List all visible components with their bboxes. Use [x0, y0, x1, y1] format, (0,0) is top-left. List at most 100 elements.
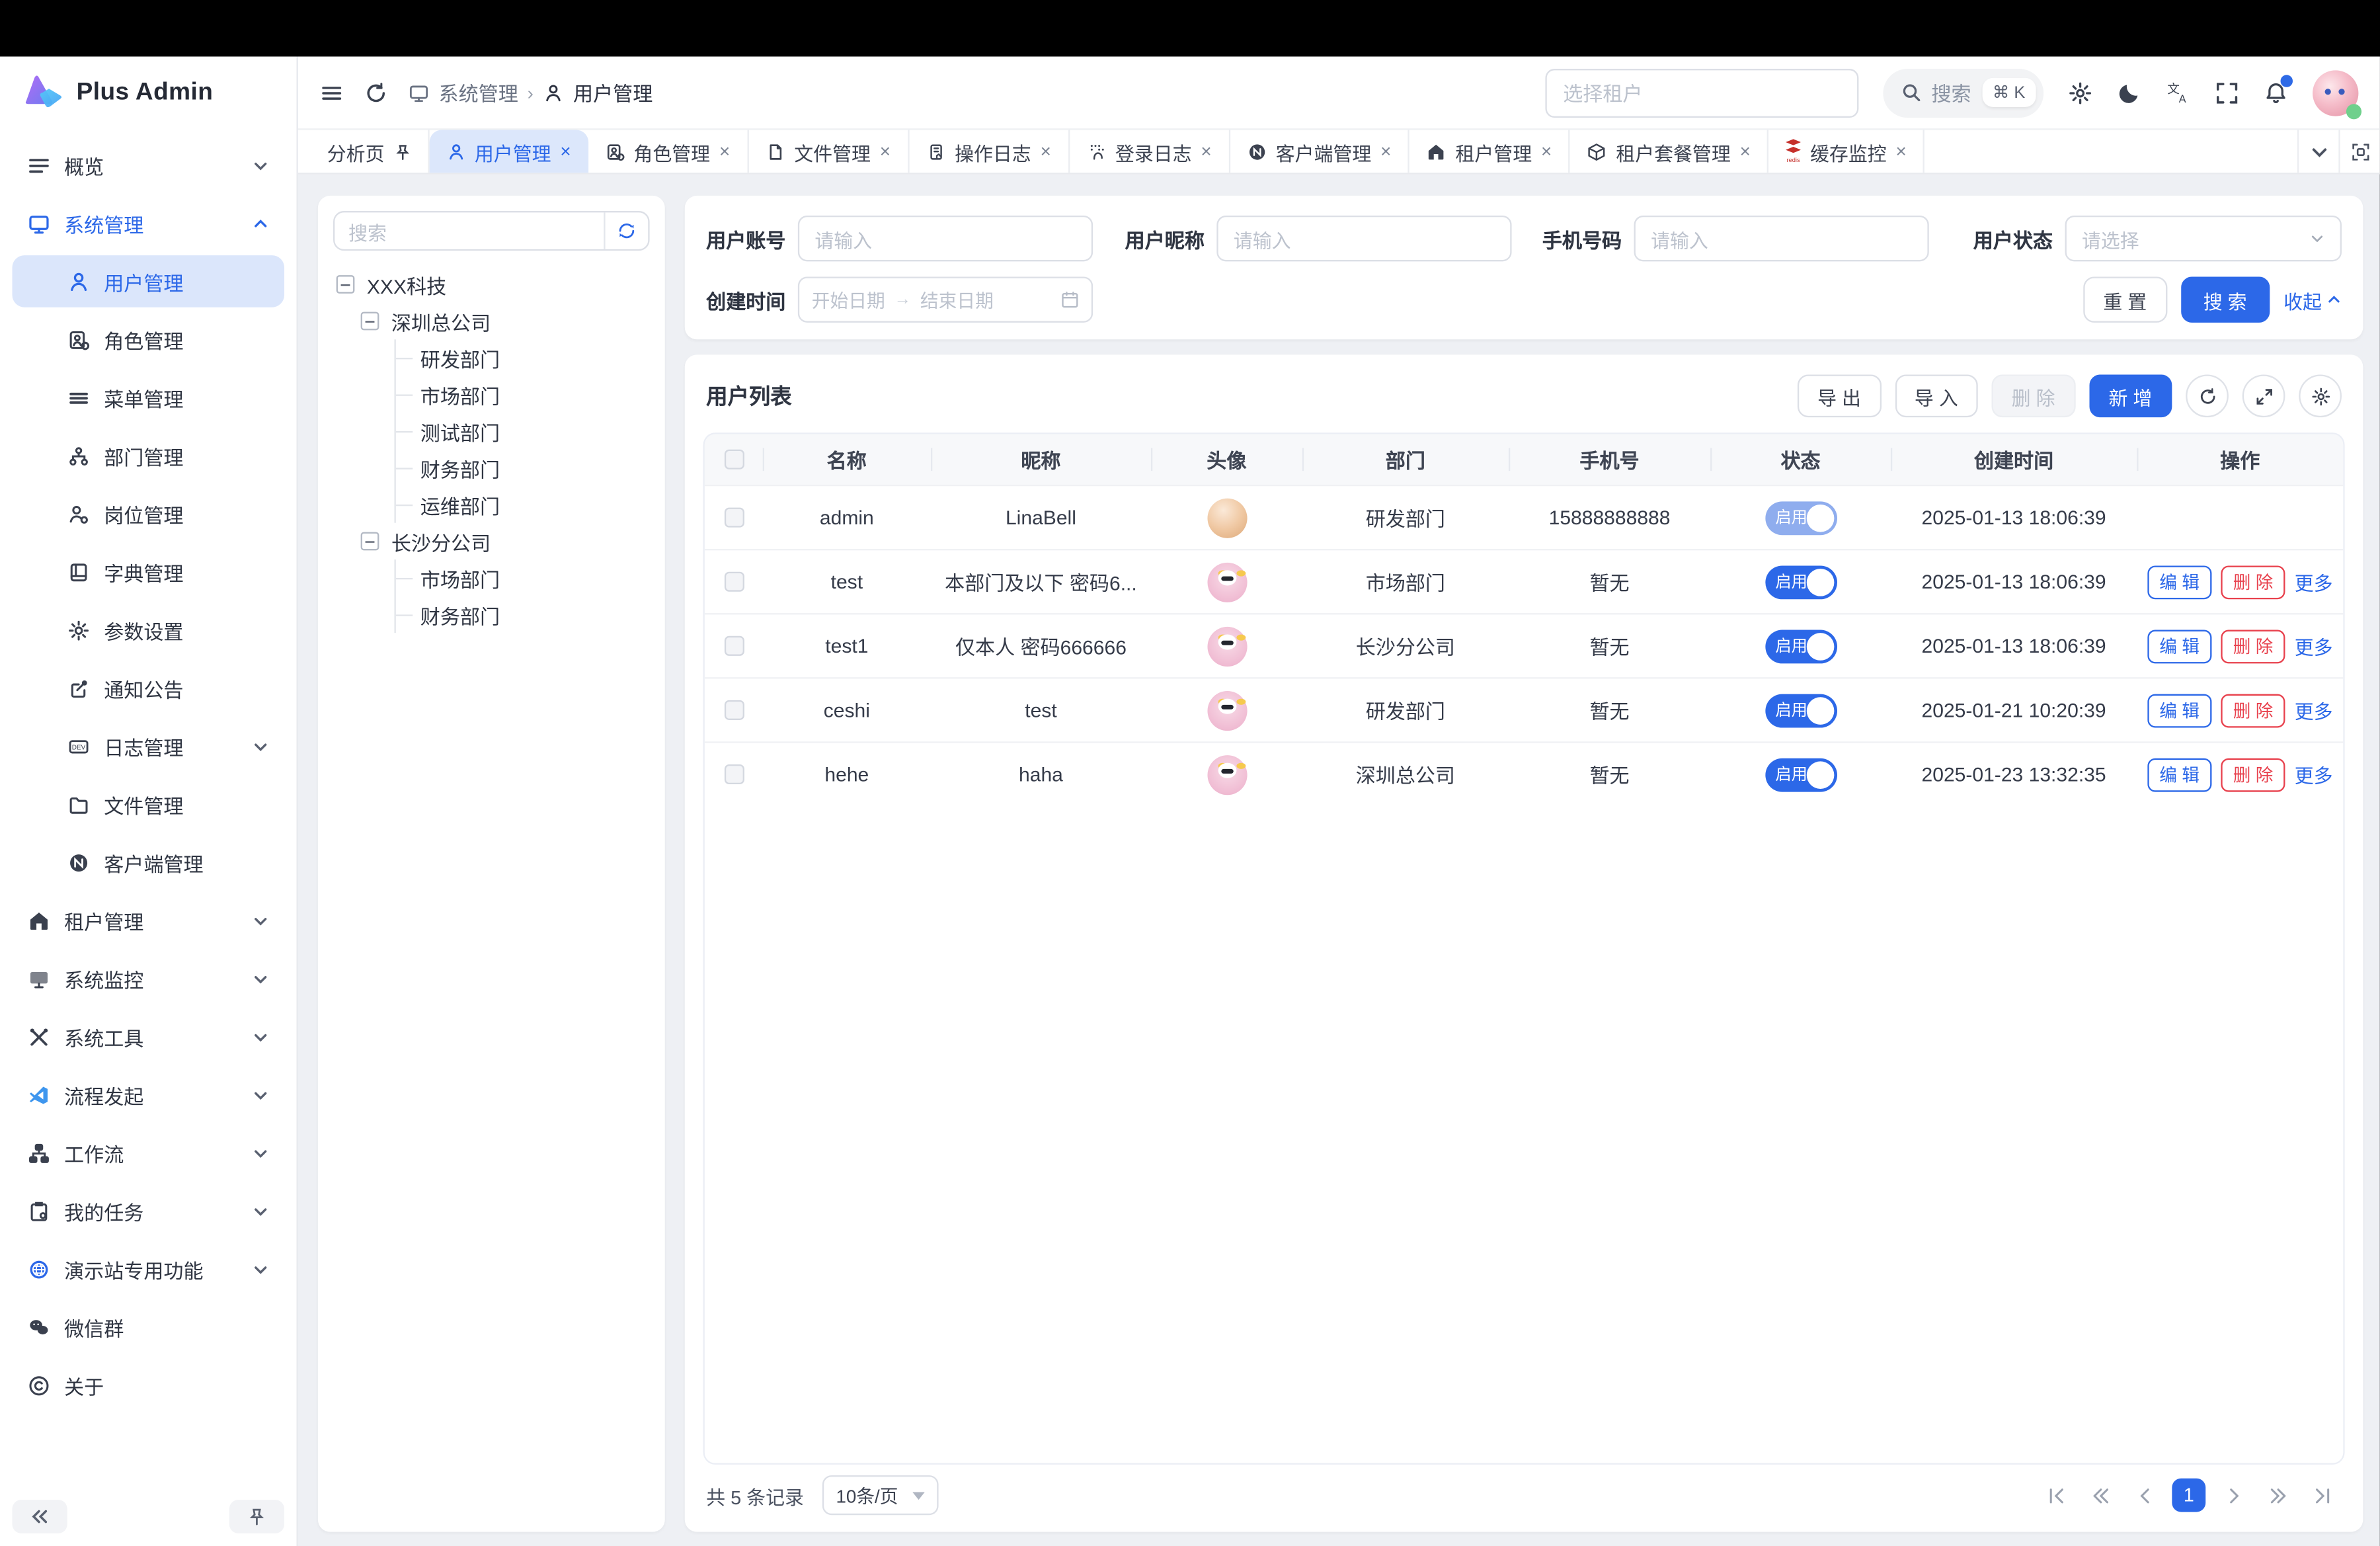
- breadcrumb-section[interactable]: 系统管理: [439, 78, 518, 107]
- sidebar-item-my-tasks[interactable]: 我的任务: [12, 1185, 284, 1237]
- close-tab-icon[interactable]: ×: [1896, 142, 1907, 161]
- sidebar-item-notice[interactable]: 通知公告: [12, 662, 284, 714]
- search-button[interactable]: 搜 索: [2180, 276, 2270, 322]
- sidebar-item-post-mgmt[interactable]: 岗位管理: [12, 488, 284, 540]
- status-select[interactable]: 请选择: [2065, 216, 2342, 261]
- sidebar-item-client-mgmt[interactable]: 客户端管理: [12, 836, 284, 889]
- close-tab-icon[interactable]: ×: [1740, 142, 1751, 161]
- tabs-dropdown-button[interactable]: [2297, 130, 2338, 173]
- status-toggle[interactable]: 启用: [1765, 758, 1837, 792]
- prev-page-button[interactable]: [2127, 1479, 2161, 1512]
- notifications-bell-icon[interactable]: [2264, 80, 2288, 104]
- tree-search-input[interactable]: 搜索: [335, 216, 604, 245]
- sidebar-item-menu-mgmt[interactable]: 菜单管理: [12, 372, 284, 424]
- status-toggle[interactable]: 启用: [1765, 629, 1837, 663]
- tab-operation-log[interactable]: 操作日志 ×: [909, 130, 1070, 173]
- nickname-input[interactable]: 请输入: [1216, 216, 1511, 261]
- refresh-table-button[interactable]: [2186, 374, 2229, 417]
- dark-mode-moon-icon[interactable]: [2117, 80, 2141, 104]
- sidebar-item-wechat-group[interactable]: 微信群: [12, 1301, 284, 1354]
- global-search-button[interactable]: 搜索 ⌘ K: [1882, 68, 2043, 117]
- import-button[interactable]: 导 入: [1895, 374, 1978, 417]
- status-toggle[interactable]: 启用: [1765, 501, 1837, 534]
- current-page[interactable]: 1: [2172, 1479, 2205, 1512]
- collapse-sidebar-button[interactable]: [12, 1500, 67, 1533]
- pin-sidebar-button[interactable]: [229, 1500, 284, 1533]
- close-tab-icon[interactable]: ×: [1041, 142, 1051, 161]
- tab-login-log[interactable]: 登录日志 ×: [1070, 130, 1230, 173]
- more-link[interactable]: 更多: [2295, 760, 2333, 789]
- collapse-node-icon[interactable]: [361, 312, 379, 331]
- sidebar-item-param-settings[interactable]: 参数设置: [12, 604, 284, 656]
- table-settings-button[interactable]: [2299, 374, 2342, 417]
- tree-refresh-icon[interactable]: [606, 222, 649, 240]
- settings-gear-icon[interactable]: [2068, 80, 2092, 104]
- tab-cache-monitor[interactable]: redis 缓存监控 ×: [1769, 130, 1925, 173]
- translate-icon[interactable]: 文A: [2166, 80, 2190, 104]
- sidebar-item-demo-features[interactable]: 演示站专用功能: [12, 1243, 284, 1295]
- next-group-button[interactable]: [2260, 1479, 2294, 1512]
- edit-button[interactable]: 编 辑: [2147, 565, 2212, 598]
- tab-analytics[interactable]: 分析页: [310, 130, 428, 173]
- page-size-select[interactable]: 10条/页: [822, 1475, 939, 1515]
- status-toggle[interactable]: 启用: [1765, 693, 1837, 727]
- sidebar-item-tenant-mgmt[interactable]: 租户管理: [12, 895, 284, 947]
- edit-button[interactable]: 编 辑: [2147, 629, 2212, 663]
- status-toggle[interactable]: 启用: [1765, 565, 1837, 598]
- tree-node-branch[interactable]: 长沙分公司: [361, 523, 647, 559]
- select-all-checkbox[interactable]: [724, 450, 744, 469]
- tree-node-leaf[interactable]: 财务部门: [396, 450, 647, 486]
- tab-file-mgmt[interactable]: 文件管理 ×: [748, 130, 909, 173]
- sidebar-item-system-monitor[interactable]: 系统监控: [12, 952, 284, 1004]
- close-tab-icon[interactable]: ×: [880, 142, 891, 161]
- pin-icon[interactable]: [393, 143, 410, 159]
- tree-node-branch[interactable]: 深圳总公司: [361, 303, 647, 339]
- last-page-button[interactable]: [2305, 1479, 2338, 1512]
- content-fullscreen-button[interactable]: [2338, 130, 2379, 173]
- phone-input[interactable]: 请输入: [1634, 216, 1929, 261]
- delete-row-button[interactable]: 删 除: [2221, 758, 2285, 792]
- sidebar-item-log-mgmt[interactable]: DEV 日志管理: [12, 720, 284, 772]
- tree-node-leaf[interactable]: 研发部门: [396, 339, 647, 376]
- collapse-node-icon[interactable]: [361, 532, 379, 551]
- row-checkbox[interactable]: [724, 764, 744, 784]
- sidebar-item-file-mgmt[interactable]: 文件管理: [12, 778, 284, 831]
- delete-row-button[interactable]: 删 除: [2221, 629, 2285, 663]
- row-checkbox[interactable]: [724, 700, 744, 720]
- first-page-button[interactable]: [2039, 1479, 2073, 1512]
- collapse-node-icon[interactable]: [337, 275, 355, 294]
- row-checkbox[interactable]: [724, 508, 744, 528]
- sidebar-item-about[interactable]: 关于: [12, 1359, 284, 1411]
- tree-node-leaf[interactable]: 测试部门: [396, 413, 647, 449]
- tenant-select-input[interactable]: 选择租户: [1544, 68, 1858, 117]
- sidebar-item-dict-mgmt[interactable]: 字典管理: [12, 546, 284, 598]
- reset-button[interactable]: 重 置: [2083, 276, 2166, 322]
- close-tab-icon[interactable]: ×: [1541, 142, 1552, 161]
- tree-node-root[interactable]: XXX科技: [337, 266, 647, 302]
- close-tab-icon[interactable]: ×: [1201, 142, 1211, 161]
- tree-node-leaf[interactable]: 市场部门: [396, 559, 647, 596]
- prev-group-button[interactable]: [2083, 1479, 2117, 1512]
- expand-table-button[interactable]: [2242, 374, 2285, 417]
- row-checkbox[interactable]: [724, 636, 744, 656]
- more-link[interactable]: 更多: [2295, 696, 2333, 725]
- close-tab-icon[interactable]: ×: [719, 142, 730, 161]
- tab-client-mgmt[interactable]: 客户端管理 ×: [1230, 130, 1409, 173]
- more-link[interactable]: 更多: [2295, 567, 2333, 596]
- tree-node-leaf[interactable]: 市场部门: [396, 376, 647, 413]
- tab-tenant-mgmt[interactable]: 租户管理 ×: [1409, 130, 1570, 173]
- export-button[interactable]: 导 出: [1798, 374, 1881, 417]
- tree-node-leaf[interactable]: 财务部门: [396, 596, 647, 633]
- tab-user-mgmt[interactable]: 用户管理 ×: [429, 130, 588, 173]
- collapse-filters-link[interactable]: 收起: [2283, 285, 2342, 314]
- close-tab-icon[interactable]: ×: [560, 142, 571, 161]
- tab-tenant-package-mgmt[interactable]: 租户套餐管理 ×: [1570, 130, 1769, 173]
- close-tab-icon[interactable]: ×: [1380, 142, 1391, 161]
- delete-row-button[interactable]: 删 除: [2221, 693, 2285, 727]
- sidebar-item-system-tools[interactable]: 系统工具: [12, 1010, 284, 1063]
- edit-button[interactable]: 编 辑: [2147, 758, 2212, 792]
- tree-node-leaf[interactable]: 运维部门: [396, 486, 647, 522]
- delete-row-button[interactable]: 删 除: [2221, 565, 2285, 598]
- hamburger-menu-icon[interactable]: [319, 80, 344, 104]
- sidebar-item-dept-mgmt[interactable]: 部门管理: [12, 430, 284, 482]
